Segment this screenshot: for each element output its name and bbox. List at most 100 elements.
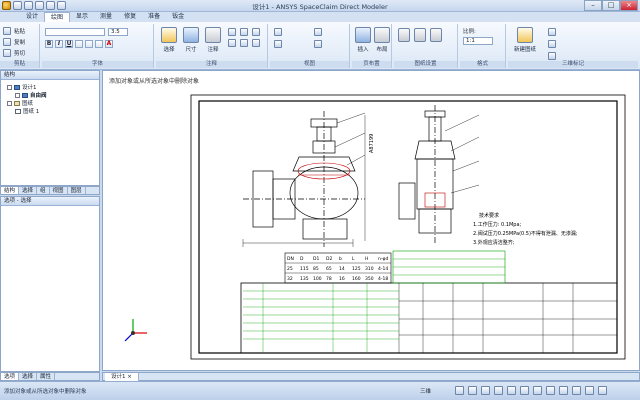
- font-color-button[interactable]: A: [105, 40, 113, 48]
- status-bar: 添加对象或从所选对象中删除对象 三维: [0, 381, 640, 400]
- minimize-button[interactable]: –: [584, 0, 602, 11]
- grid-icon[interactable]: [533, 386, 542, 395]
- expand-icon[interactable]: [7, 84, 12, 90]
- tab-layers[interactable]: 图层: [68, 187, 86, 194]
- zoom-icon[interactable]: [494, 386, 503, 395]
- general-view-button[interactable]: [274, 28, 310, 36]
- underline-button[interactable]: U: [65, 40, 73, 48]
- italic-button[interactable]: I: [55, 40, 63, 48]
- rotate-icon[interactable]: [468, 386, 477, 395]
- component-icon: [22, 92, 28, 98]
- param-table: DN D D1 D2 b L Hn-φd 25 115 85 65 14 125 310 4-14 32 135…: [284, 252, 392, 284]
- centerline-icon[interactable]: [240, 39, 248, 47]
- maximize-button[interactable]: □: [602, 0, 620, 11]
- align-right-button[interactable]: [95, 40, 103, 48]
- clipboard-group: 粘贴 复制 剪切 剪贴: [0, 24, 40, 68]
- font-family-select[interactable]: [45, 28, 105, 36]
- markup-group: 新建图纸 三维标记: [508, 24, 638, 68]
- pan-icon[interactable]: [481, 386, 490, 395]
- hatch-icon[interactable]: [252, 39, 260, 47]
- param-table-header: D2: [326, 256, 332, 262]
- copy-button[interactable]: 复制: [3, 38, 25, 46]
- tab-structure[interactable]: 结构: [1, 187, 20, 194]
- sheet-icon: [15, 108, 21, 114]
- align-center-button[interactable]: [85, 40, 93, 48]
- display-icon[interactable]: [572, 386, 581, 395]
- datum-icon[interactable]: [228, 28, 236, 36]
- sheet-size-icon[interactable]: [414, 28, 426, 42]
- visibility-checkbox[interactable]: [15, 92, 20, 98]
- tab-sheet-metal[interactable]: 钣金: [166, 12, 190, 22]
- options-panel: 选项 - 选择: [0, 196, 100, 372]
- axis-triad[interactable]: [124, 319, 147, 342]
- tab-drawing[interactable]: 绘图: [44, 12, 71, 22]
- tab-display[interactable]: 显示: [70, 12, 94, 22]
- param-table-cell: 14: [339, 266, 345, 272]
- tab-design[interactable]: 设计: [20, 12, 44, 22]
- surface-finish-icon[interactable]: [252, 28, 260, 36]
- insert-sheet-icon: [355, 27, 371, 43]
- param-table-header: H: [365, 256, 368, 262]
- font-group: 3.5 B I U A 字体: [42, 24, 154, 68]
- font-size-select[interactable]: 3.5: [108, 28, 128, 36]
- dimension-button[interactable]: 尺寸: [180, 27, 202, 53]
- paste-button[interactable]: 粘贴: [3, 27, 25, 35]
- tree-item-drawings[interactable]: 图纸: [7, 99, 33, 107]
- tab-options[interactable]: 选项: [1, 373, 20, 380]
- tree-item-design[interactable]: 设计1: [7, 83, 37, 91]
- cut-button[interactable]: 剪切: [3, 49, 25, 57]
- param-table-cell: 125: [352, 266, 361, 272]
- close-tab-icon[interactable]: ×: [127, 374, 132, 380]
- tolerance-icon[interactable]: [240, 28, 248, 36]
- annotation-group-label: 注释: [156, 61, 267, 68]
- tab-prepare[interactable]: 准备: [142, 12, 166, 22]
- view-cube-icon[interactable]: [559, 386, 568, 395]
- tab-views[interactable]: 视图: [50, 187, 68, 194]
- sheet-layout-button[interactable]: 布局: [371, 27, 393, 53]
- general-view-icon: [274, 28, 282, 36]
- new-drawing-sheet-button[interactable]: 新建图纸: [510, 27, 540, 53]
- center-mark-icon[interactable]: [228, 39, 236, 47]
- scale-select[interactable]: 1:1: [463, 37, 493, 45]
- fullscreen-icon[interactable]: [585, 386, 594, 395]
- tab-select[interactable]: 选择: [19, 373, 38, 380]
- tech-req-line-1: 1.工作压力: 0.1Mpa;: [473, 221, 522, 228]
- select-filter-icon[interactable]: [520, 386, 529, 395]
- status-mode[interactable]: 三维: [420, 387, 431, 395]
- sheet-orientation-icon[interactable]: [430, 28, 442, 42]
- tab-repair[interactable]: 修复: [118, 12, 142, 22]
- pointer-icon[interactable]: [455, 386, 464, 395]
- expand-icon[interactable]: [7, 100, 12, 106]
- fit-icon[interactable]: [507, 386, 516, 395]
- settings-icon[interactable]: [598, 386, 607, 395]
- bold-button[interactable]: B: [45, 40, 53, 48]
- tab-groups[interactable]: 组: [37, 187, 50, 194]
- detail-view-icon: [314, 40, 322, 48]
- select-button[interactable]: 选择: [158, 27, 180, 53]
- drawing-canvas[interactable]: 添加对象或从所选对象中删除对象 A87199 技术要求 1.工作压力: 0.1M…: [102, 70, 640, 371]
- tree-item-component[interactable]: 自由阀: [15, 91, 47, 99]
- markup-color-icon[interactable]: [548, 52, 556, 60]
- tab-measure[interactable]: 测量: [94, 12, 118, 22]
- leader-line: [452, 160, 480, 172]
- side-leaders: [444, 114, 480, 194]
- note-button[interactable]: 注释: [202, 27, 224, 53]
- projected-view-button[interactable]: [314, 28, 350, 36]
- section-view-button[interactable]: [274, 40, 310, 48]
- sheet-format-icon[interactable]: [398, 28, 410, 42]
- options-panel-title: 选项 - 选择: [1, 197, 99, 206]
- detail-view-button[interactable]: [314, 40, 350, 48]
- close-button[interactable]: ×: [620, 0, 638, 11]
- align-left-button[interactable]: [75, 40, 83, 48]
- tab-properties[interactable]: 属性: [37, 373, 56, 380]
- tech-req-line-3: 3.外观应清洁整齐;: [473, 239, 515, 246]
- ribbon-tabs: 设计 绘图 显示 测量 修复 准备 钣金: [0, 12, 640, 22]
- document-tab-design-1[interactable]: 设计1 ×: [105, 373, 139, 381]
- leader-line: [444, 114, 480, 132]
- section-view-icon: [274, 40, 282, 48]
- markup-slide-icon[interactable]: [548, 28, 556, 36]
- tab-selection[interactable]: 选择: [19, 187, 38, 194]
- markup-changes-icon[interactable]: [548, 40, 556, 48]
- snap-icon[interactable]: [546, 386, 555, 395]
- tree-item-sheet-1[interactable]: 图纸 1: [15, 107, 39, 115]
